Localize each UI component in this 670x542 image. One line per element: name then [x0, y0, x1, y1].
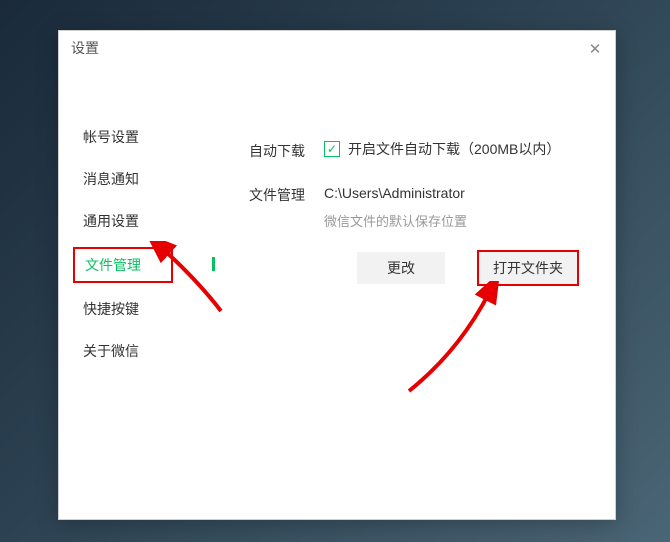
sidebar-item-label: 文件管理: [85, 257, 141, 273]
close-icon: ✕: [589, 40, 602, 58]
autodownload-text: 开启文件自动下载（200MB以内）: [348, 139, 560, 159]
active-indicator: [212, 257, 215, 271]
autodownload-checkbox-wrap[interactable]: ✓ 开启文件自动下载（200MB以内）: [324, 139, 560, 159]
filemanage-label: 文件管理: [249, 183, 324, 205]
sidebar-item-label: 消息通知: [83, 171, 139, 187]
settings-window: 设置 ✕ 帐号设置 消息通知 通用设置 文件管理 快捷按键 关于微信 自动下载: [58, 30, 616, 520]
sidebar-item-label: 通用设置: [83, 213, 139, 229]
sidebar-item-general[interactable]: 通用设置: [73, 205, 173, 237]
sidebar-item-file-management[interactable]: 文件管理: [73, 247, 173, 283]
file-path-hint: 微信文件的默认保存位置: [324, 211, 584, 230]
check-icon: ✓: [327, 142, 337, 156]
sidebar-item-notifications[interactable]: 消息通知: [73, 163, 173, 195]
sidebar-item-shortcuts[interactable]: 快捷按键: [73, 293, 173, 325]
autodownload-label: 自动下载: [249, 139, 324, 161]
autodownload-checkbox[interactable]: ✓: [324, 141, 340, 157]
sidebar-item-label: 帐号设置: [83, 129, 139, 145]
row-autodownload: 自动下载 ✓ 开启文件自动下载（200MB以内）: [249, 139, 595, 161]
annotation-arrow-button: [389, 281, 509, 401]
change-button[interactable]: 更改: [357, 252, 445, 284]
window-title: 设置: [71, 38, 99, 58]
titlebar: 设置 ✕: [59, 31, 615, 65]
file-path-input[interactable]: [324, 183, 584, 203]
content-area: 自动下载 ✓ 开启文件自动下载（200MB以内） 文件管理 微信文件的默认保存位…: [249, 139, 595, 284]
close-button[interactable]: ✕: [585, 39, 605, 59]
open-folder-button-label: 打开文件夹: [493, 258, 563, 278]
filemanage-col: 微信文件的默认保存位置: [324, 183, 584, 230]
sidebar-item-account[interactable]: 帐号设置: [73, 121, 173, 153]
sidebar-item-label: 关于微信: [83, 343, 139, 359]
sidebar-item-about[interactable]: 关于微信: [73, 335, 173, 367]
open-folder-button[interactable]: 打开文件夹: [479, 252, 577, 284]
sidebar-item-label: 快捷按键: [83, 301, 139, 317]
button-row: 更改 打开文件夹: [357, 252, 595, 284]
sidebar: 帐号设置 消息通知 通用设置 文件管理 快捷按键 关于微信: [73, 121, 173, 377]
row-filemanage: 文件管理 微信文件的默认保存位置: [249, 183, 595, 230]
change-button-label: 更改: [387, 258, 415, 278]
